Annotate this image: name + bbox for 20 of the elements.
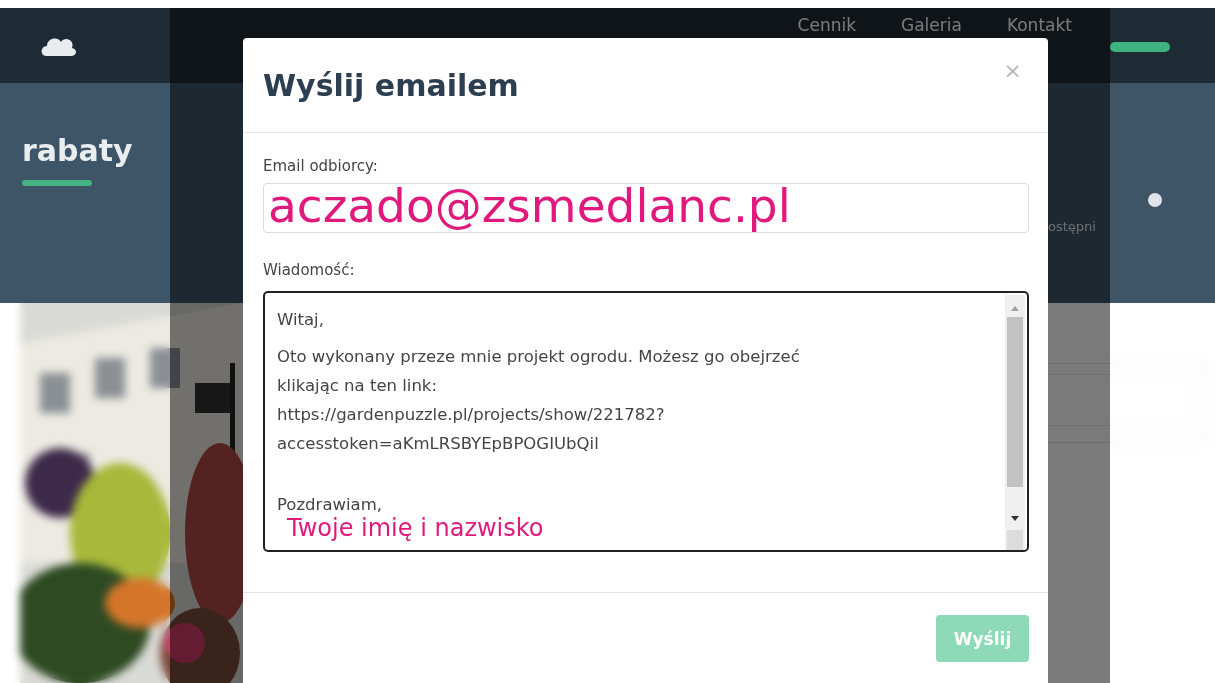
message-text: klikając na ten link: [277,375,438,397]
share-link[interactable]: ostępni [1048,219,1215,234]
dialog-title: Wyślij emailem [263,67,519,103]
signature-text: Twoje imię i nazwisko [287,515,545,541]
page-title: rabaty [22,133,133,168]
field-label: Email odbiorcy: [263,157,379,175]
message-text: Oto wykonany przeze mnie projekt ogrodu. Możesz go obejrzeć [277,346,801,368]
message-text: accesstoken=aKmLRSBYEpBPOGIUbQil [277,433,600,455]
scrollbar[interactable] [1005,295,1025,550]
email-field[interactable]: aczado@zsmedlanc.pl [263,183,1029,233]
message-field[interactable] [263,291,1029,552]
nav-link[interactable]: Kontakt [1006,14,1072,36]
nav-link[interactable]: Cennik [797,14,856,36]
message-text: Witaj, [277,309,325,331]
nav-link[interactable]: Galeria [901,14,962,36]
breadcrumb-bar [22,180,92,186]
message-text: https://gardenpuzzle.pl/projects/show/221782? [277,404,666,426]
field-label: Wiadomość: [263,261,356,279]
header-button[interactable] [1110,42,1170,52]
message-text: Pozdrawiam, [277,494,383,516]
